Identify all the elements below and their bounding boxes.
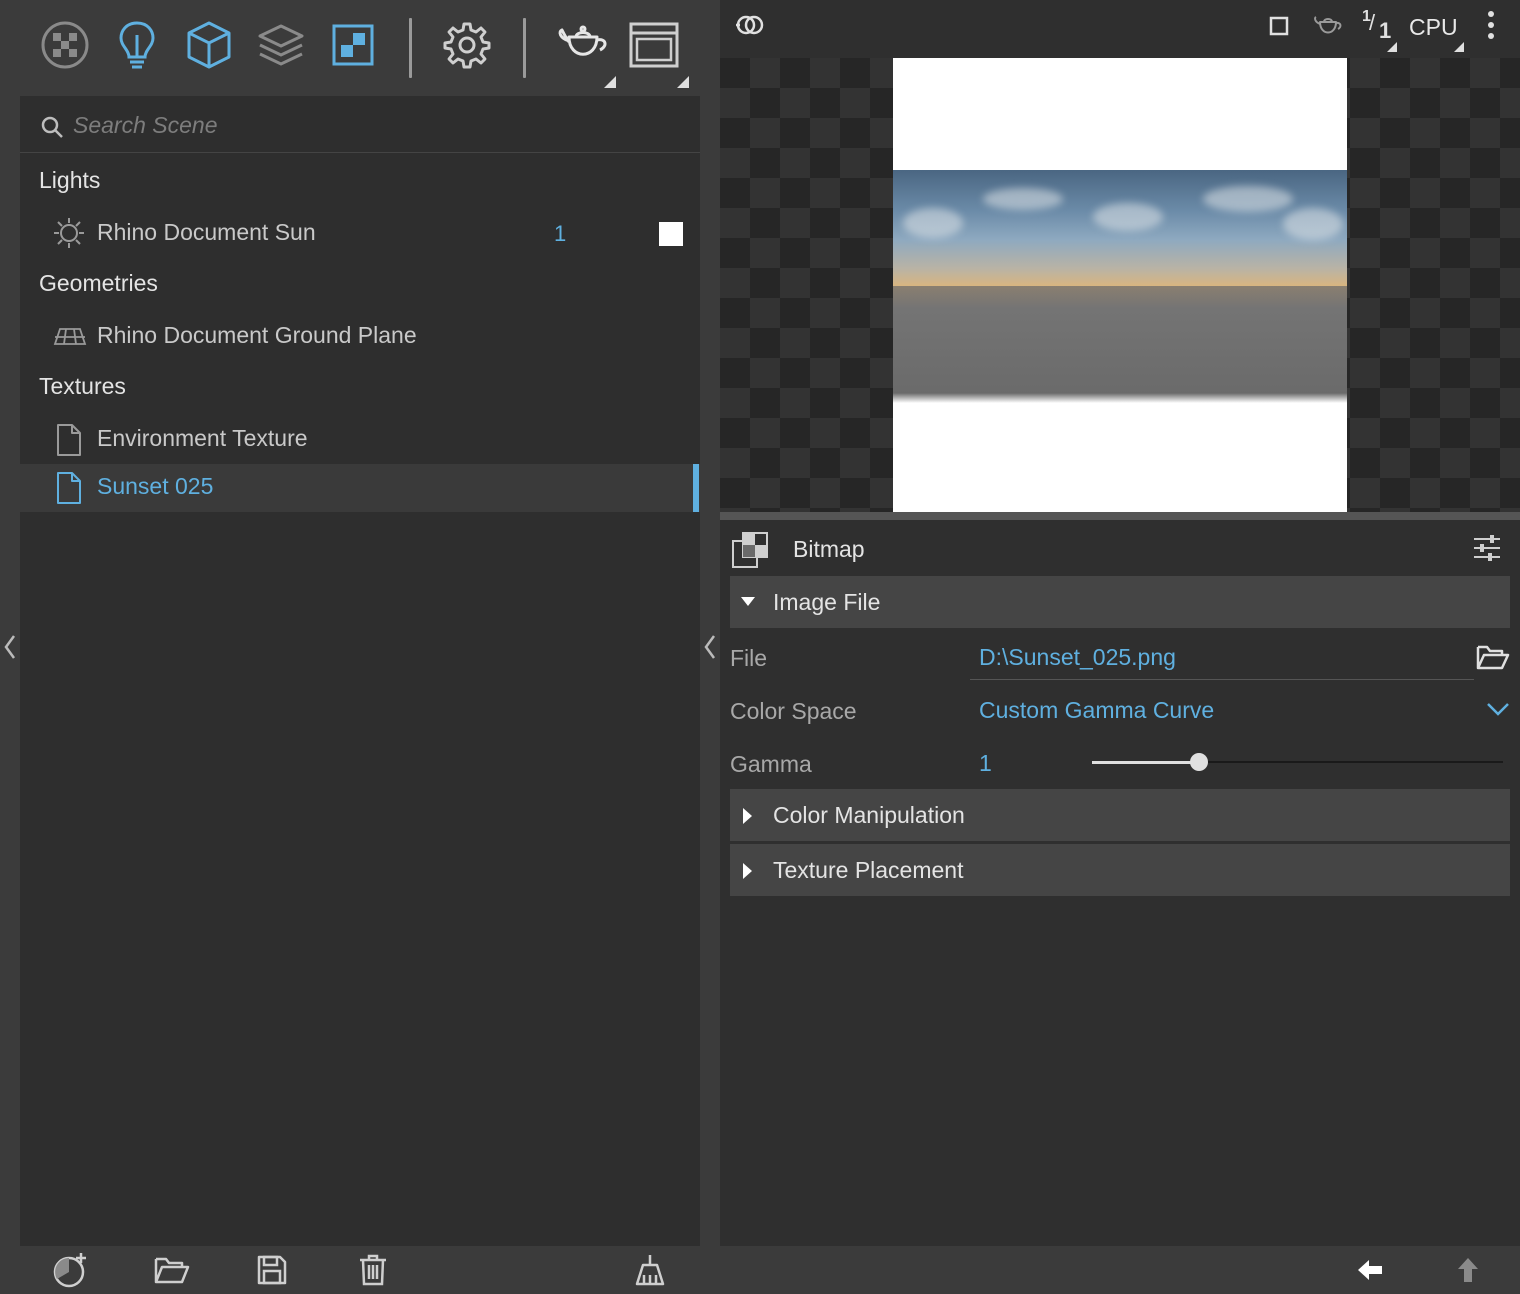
collapsed-triangle-icon [743, 863, 752, 879]
gamma-slider-track[interactable] [1092, 753, 1503, 771]
group-texture-placement[interactable]: Texture Placement [730, 844, 1510, 896]
bitmap-type-icon [732, 532, 768, 568]
section-geometries: Geometries [39, 270, 158, 296]
device-dropdown-indicator[interactable] [1454, 42, 1464, 52]
left-toolbar [0, 0, 720, 96]
light-color-swatch[interactable] [659, 222, 683, 246]
group-color-manipulation[interactable]: Color Manipulation [730, 789, 1510, 841]
right-bottom-toolbar [720, 1246, 1520, 1294]
settings-icon[interactable] [440, 18, 494, 72]
clean-icon[interactable] [632, 1252, 668, 1288]
texture-preview-image [893, 58, 1347, 512]
lights-icon[interactable] [110, 18, 164, 72]
section-lights: Lights [39, 167, 101, 193]
viewport-splitter[interactable] [720, 512, 1520, 520]
more-options-icon[interactable] [1486, 10, 1496, 40]
left-bottom-toolbar [0, 1246, 720, 1294]
resolution-denominator: 1 [1379, 18, 1392, 43]
teapot-render-icon[interactable] [1312, 12, 1344, 40]
sun-icon [54, 218, 84, 248]
scene-panel [20, 96, 700, 1246]
teapot-dropdown-indicator[interactable] [604, 76, 616, 88]
document-icon [57, 424, 81, 456]
materials-icon[interactable] [38, 18, 92, 72]
middle-collapse-strip[interactable] [700, 0, 720, 1294]
stop-icon[interactable] [1269, 16, 1289, 36]
group-title: Image File [773, 589, 881, 615]
list-item-environment-texture[interactable]: Environment Texture [20, 416, 700, 464]
group-title: Texture Placement [773, 857, 964, 883]
browse-folder-icon[interactable] [1476, 643, 1510, 671]
list-item-label: Sunset 025 [97, 473, 214, 499]
document-icon [57, 472, 81, 504]
file-underline [970, 679, 1474, 680]
list-item-sunset-025[interactable]: Sunset 025 [20, 464, 700, 512]
list-item-label: Rhino Document Ground Plane [97, 322, 417, 348]
textures-icon[interactable] [326, 18, 380, 72]
new-material-icon[interactable] [52, 1252, 88, 1288]
list-item-ground-plane[interactable]: Rhino Document Ground Plane [20, 313, 700, 361]
expanded-triangle-icon [741, 597, 755, 606]
gamma-value[interactable]: 1 [979, 750, 992, 777]
group-image-file[interactable]: Image File [730, 576, 1510, 628]
resolution-slash: / [1369, 10, 1376, 35]
renderer-logo-icon[interactable] [734, 12, 766, 38]
gamma-slider-thumb[interactable] [1189, 753, 1208, 771]
texture-type-header: Bitmap [720, 522, 1520, 576]
left-collapse-strip[interactable] [0, 96, 20, 1246]
group-title: Color Manipulation [773, 802, 965, 828]
open-icon[interactable] [154, 1252, 190, 1288]
ground-plane-icon [53, 328, 87, 345]
list-item-label: Rhino Document Sun [97, 219, 316, 245]
back-arrow-icon[interactable] [1356, 1258, 1384, 1282]
device-label[interactable]: CPU [1409, 14, 1458, 41]
collapse-middle-arrow-icon[interactable] [702, 632, 718, 662]
render-toolbar: 1 / 1 CPU [720, 0, 1520, 58]
teapot-icon[interactable] [553, 18, 613, 72]
layers-icon[interactable] [254, 18, 308, 72]
toolbar-separator [409, 18, 412, 78]
delete-icon[interactable] [355, 1252, 391, 1288]
up-arrow-icon[interactable] [1456, 1256, 1480, 1284]
gamma-label: Gamma [730, 751, 812, 777]
color-space-label: Color Space [730, 698, 857, 724]
window-dropdown-indicator[interactable] [677, 76, 689, 88]
save-icon[interactable] [254, 1252, 290, 1288]
color-space-select[interactable]: Custom Gamma Curve [979, 697, 1214, 724]
chevron-down-icon[interactable] [1486, 701, 1510, 717]
window-icon[interactable] [625, 18, 683, 72]
file-value[interactable]: D:\Sunset_025.png [979, 644, 1176, 671]
resolution-selector[interactable]: 1 / 1 [1362, 8, 1396, 43]
search-icon [41, 116, 63, 138]
search-bar[interactable]: Search Scene [20, 98, 700, 153]
sliders-icon[interactable] [1473, 534, 1501, 562]
list-item-sun[interactable]: Rhino Document Sun 1 [20, 210, 700, 258]
collapsed-triangle-icon [743, 808, 752, 824]
selection-indicator [693, 464, 699, 512]
resolution-dropdown-indicator[interactable] [1387, 42, 1397, 52]
preview-viewport[interactable] [720, 58, 1520, 512]
section-textures: Textures [39, 373, 126, 399]
list-item-label: Environment Texture [97, 425, 308, 451]
file-label: File [730, 645, 768, 671]
geometry-icon[interactable] [182, 18, 236, 72]
light-count: 1 [554, 221, 567, 246]
texture-type-title: Bitmap [793, 536, 865, 562]
gamma-slider-fill [1092, 761, 1199, 764]
search-input[interactable]: Search Scene [73, 112, 217, 139]
toolbar-separator [523, 18, 526, 78]
collapse-left-arrow-icon[interactable] [2, 632, 18, 662]
